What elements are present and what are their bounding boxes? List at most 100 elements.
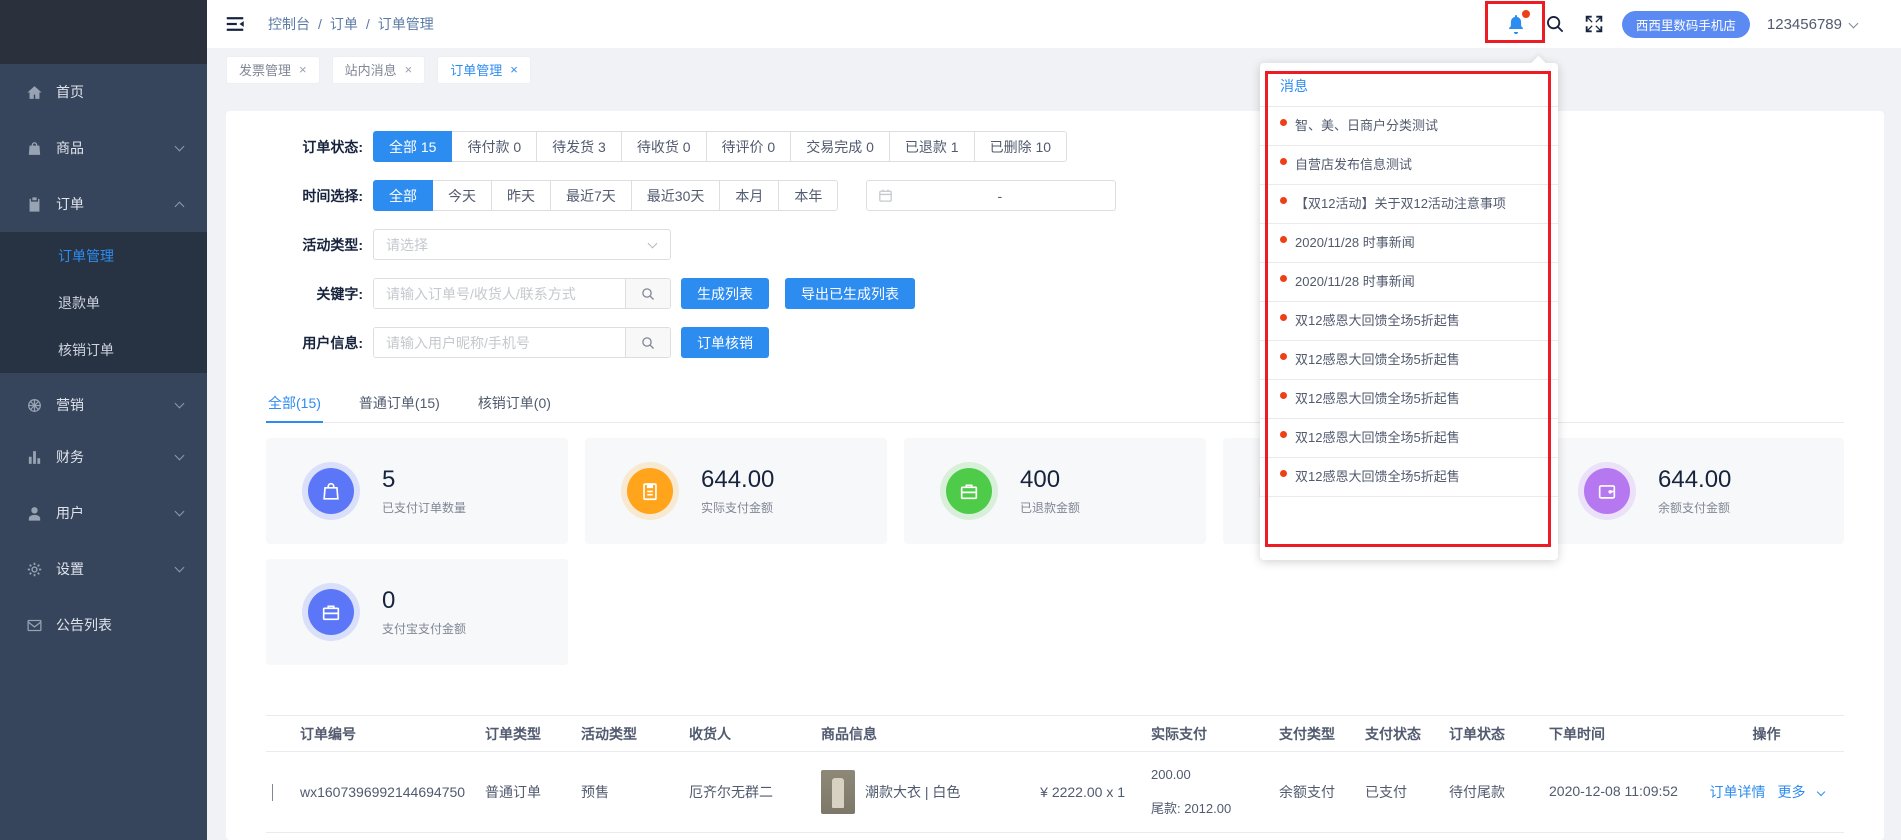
keyword-input-wrap — [373, 278, 671, 309]
wheel-icon — [28, 398, 41, 412]
time-7days-button[interactable]: 最近7天 — [550, 180, 632, 211]
cell-pay-type: 余额支付 — [1279, 784, 1335, 800]
more-actions-link[interactable]: 更多 — [1778, 782, 1806, 802]
header-actual-paid: 实际支付 — [1151, 725, 1207, 742]
notification-item[interactable]: 【双12活动】关于双12活动注意事项 — [1260, 185, 1558, 224]
account-menu[interactable]: 123456789 — [1767, 16, 1859, 33]
header-consignee: 收货人 — [689, 725, 731, 742]
status-deleted-button[interactable]: 已删除 10 — [973, 131, 1068, 162]
content-area: 订单状态: 全部 15 待付款 0 待发货 3 待收货 0 待评价 0 交易完成… — [207, 91, 1901, 840]
notification-text: 2020/11/28 时事新闻 — [1295, 274, 1415, 289]
close-icon[interactable]: × — [299, 62, 307, 77]
time-yesterday-button[interactable]: 昨天 — [491, 180, 551, 211]
sidebar-item-verify-orders[interactable]: 核销订单 — [0, 326, 207, 373]
status-all-button[interactable]: 全部 15 — [373, 131, 453, 162]
status-unpaid-button[interactable]: 待付款 0 — [451, 131, 538, 162]
sidebar-item-announcements[interactable]: 公告列表 — [0, 597, 207, 653]
page-tab-messages[interactable]: 站内消息 × — [331, 55, 426, 84]
header-order-status: 订单状态 — [1449, 725, 1505, 742]
breadcrumb-orders[interactable]: 订单 — [330, 14, 358, 34]
status-refunded-button[interactable]: 已退款 1 — [888, 131, 975, 162]
sidebar-item-settings[interactable]: 设置 — [0, 541, 207, 597]
sidebar-item-order-management[interactable]: 订单管理 — [0, 232, 207, 279]
chevron-down-icon — [647, 238, 658, 249]
unread-dot — [1280, 197, 1287, 204]
keyword-search-button[interactable] — [625, 279, 670, 308]
unread-dot — [1280, 275, 1287, 282]
store-badge[interactable]: 西西里数码手机店 — [1621, 10, 1750, 38]
notification-item[interactable]: 双12感恩大回馈全场5折起售 — [1260, 380, 1558, 419]
unread-dot — [1280, 470, 1287, 477]
user-search-button[interactable] — [625, 328, 670, 357]
tab-verify-orders[interactable]: 核销订单(0) — [476, 384, 553, 422]
collapse-menu-icon[interactable] — [224, 13, 246, 35]
status-to-ship-button[interactable]: 待发货 3 — [536, 131, 622, 162]
time-all-button[interactable]: 全部 — [373, 180, 433, 211]
time-month-button[interactable]: 本月 — [719, 180, 780, 211]
logo-area — [0, 0, 207, 64]
notification-text: 双12感恩大回馈全场5折起售 — [1295, 469, 1460, 484]
status-to-receive-button[interactable]: 待收货 0 — [620, 131, 707, 162]
time-today-button[interactable]: 今天 — [432, 180, 492, 211]
sidebar-item-goods[interactable]: 商品 — [0, 120, 207, 176]
notification-item[interactable]: 双12感恩大回馈全场5折起售 — [1260, 458, 1558, 497]
tab-all[interactable]: 全部(15) — [266, 384, 323, 423]
tab-label: 订单管理 — [450, 63, 503, 78]
activity-type-select[interactable]: 请选择 — [373, 229, 671, 260]
sidebar-item-marketing[interactable]: 营销 — [0, 373, 207, 429]
time-year-button[interactable]: 本年 — [778, 180, 839, 211]
header-product-info: 商品信息 — [821, 725, 877, 742]
chevron-down-icon — [174, 562, 185, 573]
sidebar-item-orders[interactable]: 订单 — [0, 176, 207, 232]
cell-consignee: 厄齐尔无群二 — [689, 784, 773, 800]
generate-list-button[interactable]: 生成列表 — [681, 278, 769, 309]
tab-normal-orders[interactable]: 普通订单(15) — [357, 384, 442, 422]
keyword-input[interactable] — [374, 279, 625, 308]
expand-row-icon[interactable] — [272, 784, 273, 801]
time-30days-button[interactable]: 最近30天 — [630, 180, 721, 211]
cell-product-name: 潮款大衣 | 白色 — [865, 784, 961, 800]
chevron-down-icon — [1848, 18, 1859, 28]
status-to-review-button[interactable]: 待评价 0 — [705, 131, 792, 162]
stat-refunded-amount: 400 已退款金额 — [904, 438, 1206, 544]
notification-item[interactable]: 2020/11/28 时事新闻 — [1260, 224, 1558, 263]
sidebar-item-finance[interactable]: 财务 — [0, 429, 207, 485]
sidebar-item-label: 商品 — [56, 140, 84, 156]
page-tab-order-management[interactable]: 订单管理 × — [437, 55, 531, 84]
notification-item[interactable]: 双12感恩大回馈全场5折起售 — [1260, 419, 1558, 458]
notification-item[interactable]: 双12感恩大回馈全场5折起售 — [1260, 302, 1558, 341]
breadcrumb-console[interactable]: 控制台 — [268, 14, 310, 34]
chevron-down-icon — [174, 141, 185, 152]
notification-item[interactable]: 2020/11/28 时事新闻 — [1260, 263, 1558, 302]
breadcrumb-separator: / — [365, 16, 370, 32]
breadcrumb-separator: / — [318, 16, 322, 32]
page-tab-invoice[interactable]: 发票管理 × — [226, 55, 320, 84]
sidebar-item-refund-orders[interactable]: 退款单 — [0, 279, 207, 326]
stat-value: 644.00 — [1658, 466, 1732, 493]
notification-item[interactable]: 自营店发布信息测试 — [1260, 146, 1558, 185]
search-icon[interactable] — [1544, 13, 1566, 35]
keyword-label: 关键字: — [316, 285, 363, 302]
sidebar-item-users[interactable]: 用户 — [0, 485, 207, 541]
fullscreen-icon[interactable] — [1583, 13, 1605, 35]
notification-bell-button[interactable] — [1484, 1, 1545, 43]
close-icon[interactable]: × — [510, 62, 518, 77]
breadcrumb-order-management[interactable]: 订单管理 — [378, 14, 434, 34]
notification-item[interactable]: 双12感恩大回馈全场5折起售 — [1260, 341, 1558, 380]
sidebar-item-home[interactable]: 首页 — [0, 64, 207, 120]
open-tabs-bar: 发票管理 × 站内消息 × 订单管理 × — [207, 48, 1901, 91]
stat-value: 5 — [382, 466, 396, 493]
notification-item[interactable]: 智、美、日商户分类测试 — [1260, 107, 1558, 146]
status-completed-button[interactable]: 交易完成 0 — [790, 131, 890, 162]
stat-value: 400 — [1020, 466, 1061, 493]
user-info-input[interactable] — [374, 328, 625, 357]
close-icon[interactable]: × — [405, 62, 413, 77]
export-list-button[interactable]: 导出已生成列表 — [785, 278, 915, 309]
notification-text: 2020/11/28 时事新闻 — [1295, 235, 1415, 250]
cell-created-time: 2020-12-08 11:09:52 — [1549, 783, 1678, 800]
order-verify-button[interactable]: 订单核销 — [681, 327, 769, 358]
notifications-title: 消息 — [1260, 63, 1558, 107]
date-range-picker[interactable]: - — [866, 180, 1117, 211]
order-detail-link[interactable]: 订单详情 — [1710, 782, 1766, 802]
chevron-down-icon — [1816, 787, 1825, 797]
